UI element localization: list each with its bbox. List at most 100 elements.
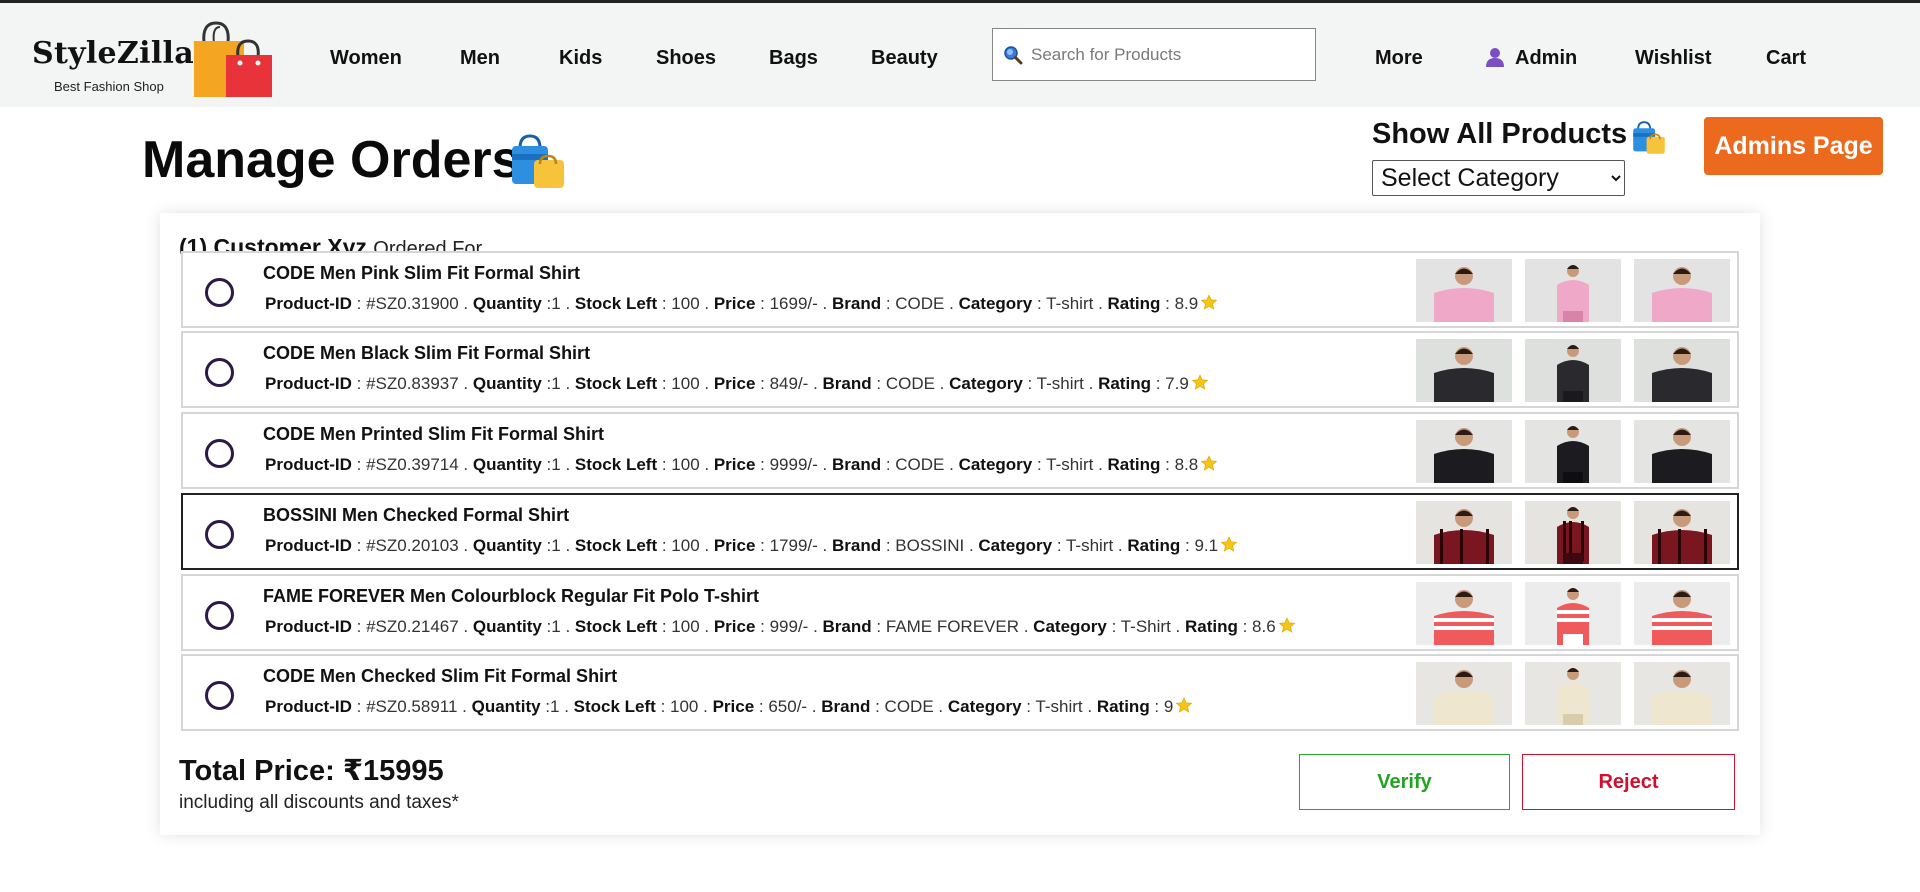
product-thumbnail[interactable]: [1634, 420, 1730, 483]
item-product-id-value: #SZ0.31900: [366, 294, 459, 313]
brand-logo[interactable]: StyleZilla Best Fashion Shop: [32, 21, 272, 101]
item-stock-left-value: 100: [670, 697, 699, 716]
item-rating-label: Rating: [1096, 697, 1150, 716]
nav-admin[interactable]: Admin: [1515, 47, 1577, 70]
item-price-label: Price: [713, 374, 756, 393]
item-stock-left-label: Stock Left: [574, 455, 658, 474]
item-select-radio[interactable]: [205, 681, 234, 710]
item-select-radio[interactable]: [205, 439, 234, 468]
item-product-id-label: Product-ID: [265, 536, 352, 555]
show-all-products-heading: Show All Products: [1372, 118, 1628, 150]
item-price-value: 999/-: [769, 617, 809, 636]
total-price-value: ₹15995: [342, 755, 444, 787]
item-rating-label: Rating: [1107, 455, 1161, 474]
verify-button[interactable]: Verify: [1299, 754, 1510, 810]
star-icon: [1220, 536, 1238, 552]
item-price-label: Price: [713, 455, 756, 474]
item-rating-label: Rating: [1184, 617, 1238, 636]
item-brand-label: Brand: [821, 697, 871, 716]
item-select-radio[interactable]: [205, 601, 234, 630]
item-rating-value: 8.6: [1252, 617, 1276, 636]
item-price-label: Price: [713, 617, 756, 636]
product-thumbnail[interactable]: [1416, 662, 1512, 725]
item-select-radio[interactable]: [205, 520, 234, 549]
star-icon: [1176, 697, 1193, 713]
admins-page-button[interactable]: Admins Page: [1704, 117, 1883, 175]
product-thumbnail[interactable]: [1634, 339, 1730, 402]
page-title: Manage Orders: [142, 131, 521, 189]
item-category-label: Category: [958, 294, 1033, 313]
user-icon: [1486, 48, 1504, 67]
nav-beauty[interactable]: Beauty: [871, 47, 938, 70]
product-thumbnail[interactable]: [1416, 501, 1512, 564]
item-category-label: Category: [947, 697, 1022, 716]
total-price: Total Price: ₹15995: [179, 753, 444, 788]
item-rating-value: 8.9: [1174, 294, 1199, 313]
item-quantity-label: Quantity: [472, 294, 542, 313]
item-rating-label: Rating: [1098, 374, 1151, 393]
product-thumbnail[interactable]: [1525, 501, 1621, 564]
nav-women[interactable]: Women: [330, 47, 402, 70]
order-item-row[interactable]: FAME FOREVER Men Colourblock Regular Fit…: [181, 574, 1739, 651]
order-item-row[interactable]: CODE Men Black Slim Fit Formal Shirt Prod…: [181, 331, 1739, 408]
order-item-row[interactable]: CODE Men Printed Slim Fit Formal Shirt Pr…: [181, 412, 1739, 489]
item-category-value: T-shirt: [1065, 536, 1114, 555]
product-thumbnail[interactable]: [1525, 339, 1621, 402]
search-box[interactable]: [992, 28, 1316, 81]
nav-shoes[interactable]: Shoes: [656, 47, 716, 70]
nav-wishlist[interactable]: Wishlist: [1635, 47, 1712, 70]
search-input[interactable]: [1031, 39, 1301, 71]
nav-men[interactable]: Men: [460, 47, 500, 70]
item-select-radio[interactable]: [205, 278, 234, 307]
product-thumbnail[interactable]: [1634, 662, 1730, 725]
order-item-row[interactable]: CODE Men Checked Slim Fit Formal Shirt Pr…: [181, 654, 1739, 731]
product-thumbnail[interactable]: [1525, 662, 1621, 725]
item-title: CODE Men Printed Slim Fit Formal Shirt: [263, 424, 605, 444]
item-product-id-value: #SZ0.83937: [366, 374, 459, 393]
navbar: StyleZilla Best Fashion Shop Women Men K…: [0, 3, 1920, 107]
shopping-bags-icon: [194, 21, 272, 97]
item-select-radio[interactable]: [205, 358, 234, 387]
product-thumbnail[interactable]: [1525, 259, 1621, 322]
item-quantity-value: 1: [551, 617, 561, 636]
item-title: CODE Men Checked Slim Fit Formal Shirt: [263, 666, 618, 686]
nav-bags[interactable]: Bags: [769, 47, 818, 70]
item-rating-value: 7.9: [1165, 374, 1189, 393]
item-rating-label: Rating: [1127, 536, 1181, 555]
product-thumbnail[interactable]: [1634, 259, 1730, 322]
product-thumbnail[interactable]: [1634, 501, 1730, 564]
order-item-row[interactable]: CODE Men Pink Slim Fit Formal Shirt Produ…: [181, 251, 1739, 328]
item-title: CODE Men Pink Slim Fit Formal Shirt: [263, 263, 581, 283]
order-item-row[interactable]: BOSSINI Men Checked Formal Shirt Product-…: [181, 493, 1739, 570]
item-quantity-value: 1: [551, 536, 561, 555]
product-thumbnail[interactable]: [1525, 582, 1621, 645]
item-brand-label: Brand: [822, 617, 872, 636]
brand-tagline: Best Fashion Shop: [54, 79, 164, 94]
star-icon: [1278, 617, 1295, 633]
item-thumbnails: [1416, 501, 1731, 564]
item-price-label: Price: [712, 697, 755, 716]
item-brand-label: Brand: [831, 294, 882, 313]
product-thumbnail[interactable]: [1634, 582, 1730, 645]
item-category-value: T-Shirt: [1120, 617, 1171, 636]
nav-cart[interactable]: Cart: [1766, 47, 1806, 70]
item-quantity-label: Quantity: [472, 617, 542, 636]
item-brand-value: CODE: [885, 374, 935, 393]
item-product-id-label: Product-ID: [265, 294, 352, 313]
category-select[interactable]: Select Category: [1372, 160, 1625, 196]
product-thumbnail[interactable]: [1416, 420, 1512, 483]
star-icon: [1200, 455, 1218, 471]
reject-button[interactable]: Reject: [1522, 754, 1735, 810]
item-meta: Product-ID : #SZ0.83937 . Quantity :1 . …: [265, 374, 1209, 394]
product-thumbnail[interactable]: [1525, 420, 1621, 483]
item-stock-left-value: 100: [671, 617, 700, 636]
item-quantity-label: Quantity: [472, 536, 542, 555]
item-category-value: T-shirt: [1046, 294, 1094, 313]
item-title: CODE Men Black Slim Fit Formal Shirt: [263, 343, 591, 363]
product-thumbnail[interactable]: [1416, 582, 1512, 645]
nav-kids[interactable]: Kids: [559, 47, 602, 70]
nav-more[interactable]: More: [1375, 47, 1423, 70]
product-thumbnail[interactable]: [1416, 259, 1512, 322]
product-thumbnail[interactable]: [1416, 339, 1512, 402]
item-price-value: 650/-: [768, 697, 808, 716]
